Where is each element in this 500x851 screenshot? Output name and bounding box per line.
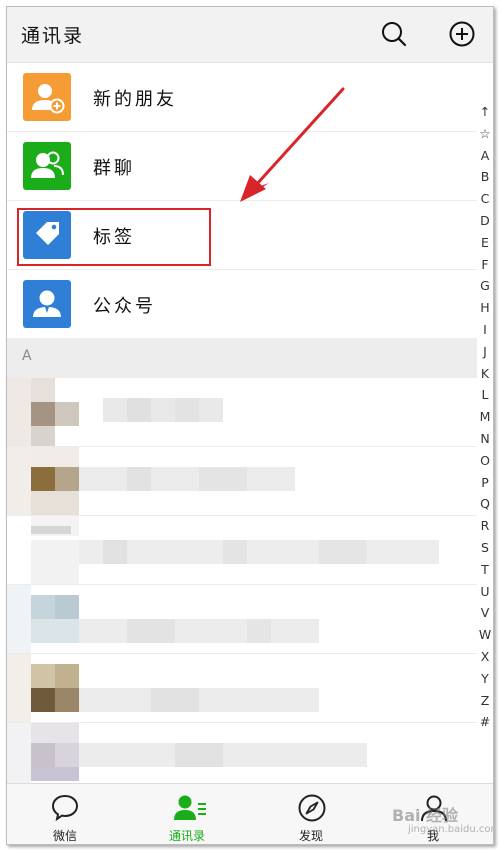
baidu-watermark: Bai 经验 jingyan.baidu.com [392,802,494,842]
phone-screen: 通讯录 新的朋友 群聊 标签 公众号 A ↑ ☆ A B C D E F G H… [6,6,494,845]
tab-label: 发现 [298,829,323,843]
watermark-url: jingyan.baidu.com [408,824,494,835]
tab-contacts[interactable]: 通讯录 [137,784,237,844]
tab-discover[interactable]: 发现 [261,784,361,844]
tab-label: 通讯录 [168,829,205,843]
watermark-text: Bai 经验 [392,806,459,825]
contacts-icon [174,795,206,820]
chat-bubble-icon [51,794,79,821]
tab-label: 微信 [52,829,77,843]
tab-chats[interactable]: 微信 [15,784,115,844]
compass-icon [298,794,326,822]
annotation-arrow-icon [240,87,345,202]
